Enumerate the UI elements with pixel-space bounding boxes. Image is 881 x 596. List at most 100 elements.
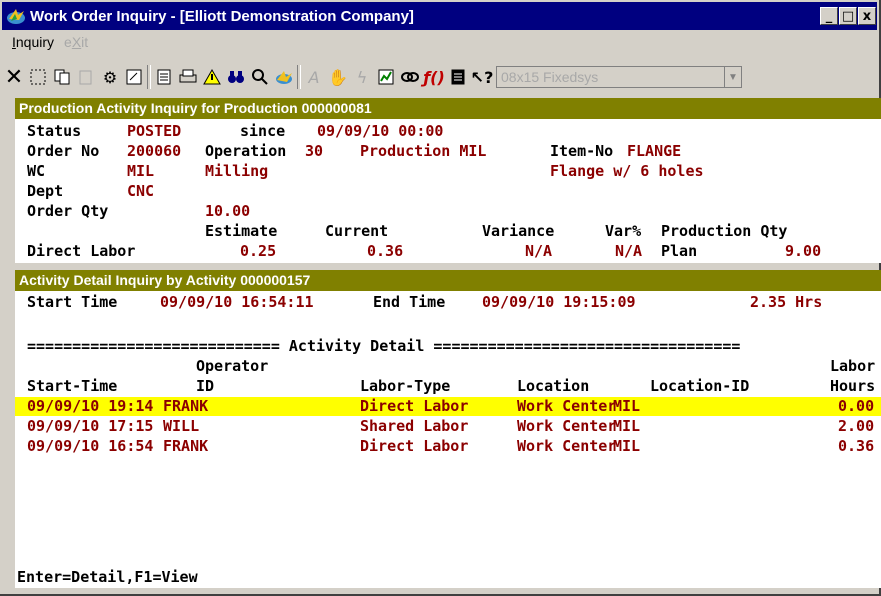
row-operator-id: FRANK — [163, 437, 209, 455]
since-value: 09/09/10 00:00 — [317, 122, 444, 140]
row-labor-type: Shared Labor — [360, 417, 469, 435]
properties-icon[interactable] — [122, 64, 146, 90]
row-location: Work Center — [517, 417, 617, 435]
close-icon[interactable]: ✕ — [2, 64, 26, 90]
estimate-header: Estimate — [205, 222, 278, 240]
maximize-button[interactable]: □ — [839, 7, 857, 25]
varpct-header: Var% — [605, 222, 642, 240]
function-icon[interactable]: ƒ() — [422, 64, 446, 90]
font-select[interactable]: 08x15 Fixedsys ▼ — [496, 66, 742, 88]
col-labor-type: Labor-Type — [360, 377, 451, 395]
chart-icon[interactable] — [374, 64, 398, 90]
col-start-time: Start-Time — [27, 377, 118, 395]
col-location-id: Location-ID — [650, 377, 750, 395]
order-no-value: 200060 — [127, 142, 182, 160]
font-select-value: 08x15 Fixedsys — [501, 69, 599, 85]
hands-icon[interactable]: ✋ — [326, 64, 350, 90]
close-button[interactable]: x — [858, 7, 876, 25]
total-hours: 2.35 Hrs — [750, 293, 823, 311]
help-icon[interactable]: ↖? — [470, 64, 494, 90]
wc-label: WC — [27, 162, 46, 180]
wc-desc: Milling — [205, 162, 269, 180]
table-row[interactable]: 09/09/10 16:54 FRANK Direct Labor Work C… — [15, 437, 881, 456]
settings-icon[interactable]: ⚙ — [98, 64, 122, 90]
production-panel-title: Production Activity Inquiry for Producti… — [15, 98, 881, 119]
row-labor-hours: 2.00 — [838, 417, 875, 435]
title-bar[interactable]: Work Order Inquiry - [Elliott Demonstrat… — [2, 2, 877, 30]
item-desc: Flange w/ 6 holes — [550, 162, 704, 180]
plan-label: Plan — [661, 242, 698, 260]
paste-icon[interactable] — [74, 64, 98, 90]
application-window: Work Order Inquiry - [Elliott Demonstrat… — [0, 0, 881, 596]
print-icon[interactable] — [176, 64, 200, 90]
row-labor-hours: 0.00 — [838, 397, 875, 415]
current-header: Current — [325, 222, 389, 240]
order-no-label: Order No — [27, 142, 100, 160]
start-time-label: Start Time — [27, 293, 118, 311]
col-labor-hours: Hours — [830, 377, 876, 395]
order-qty-label: Order Qty — [27, 202, 109, 220]
chevron-down-icon[interactable]: ▼ — [724, 67, 741, 87]
col-operator-id: ID — [196, 377, 215, 395]
toolbar-separator — [147, 65, 151, 89]
table-row[interactable]: 09/09/10 17:15 WILL Shared Labor Work Ce… — [15, 417, 881, 436]
production-panel: Status POSTED since 09/09/10 00:00 Order… — [15, 119, 881, 263]
search-icon[interactable] — [248, 64, 272, 90]
activity-panel-title: Activity Detail Inquiry by Activity 0000… — [15, 270, 881, 291]
col-operator-top: Operator — [196, 357, 269, 375]
end-time-label: End Time — [373, 293, 446, 311]
row-operator-id: WILL — [163, 417, 200, 435]
copy-icon[interactable] — [50, 64, 74, 90]
row-location-id: MIL — [613, 417, 641, 435]
status-label: Status — [27, 122, 82, 140]
minimize-button[interactable]: _ — [820, 7, 838, 25]
row-location: Work Center — [517, 437, 617, 455]
row-operator-id: FRANK — [163, 397, 209, 415]
wc-value: MIL — [127, 162, 155, 180]
direct-labor-variance: N/A — [525, 242, 553, 260]
select-icon[interactable] — [26, 64, 50, 90]
dept-label: Dept — [27, 182, 64, 200]
menu-inquiry[interactable]: Inquiry — [12, 34, 54, 50]
row-labor-type: Direct Labor — [360, 437, 469, 455]
start-time-value: 09/09/10 16:54:11 — [160, 293, 314, 311]
operation-value: 30 — [305, 142, 324, 160]
variance-header: Variance — [482, 222, 555, 240]
row-labor-type: Direct Labor — [360, 397, 469, 415]
status-value: POSTED — [127, 122, 182, 140]
operation-desc: Production MIL — [360, 142, 487, 160]
row-start-time: 09/09/10 17:15 — [27, 417, 154, 435]
window-title: Work Order Inquiry - [Elliott Demonstrat… — [30, 7, 414, 25]
dept-value: CNC — [127, 182, 155, 200]
document-icon[interactable] — [446, 64, 470, 90]
activity-detail-heading: ============================ Activity De… — [27, 337, 741, 355]
row-start-time: 09/09/10 19:14 — [27, 397, 154, 415]
notes-icon[interactable] — [152, 64, 176, 90]
order-qty-value: 10.00 — [205, 202, 251, 220]
production-qty-header: Production Qty — [661, 222, 788, 240]
globe-icon[interactable] — [272, 64, 296, 90]
item-no-value: FLANGE — [627, 142, 682, 160]
text-icon[interactable]: A — [302, 64, 326, 90]
link-icon[interactable] — [398, 64, 422, 90]
menu-exit[interactable]: eXit — [64, 34, 88, 50]
table-row[interactable]: 09/09/10 19:14 FRANK Direct Labor Work C… — [15, 397, 881, 416]
footer-hint: Enter=Detail,F1=View — [17, 568, 198, 586]
direct-labor-label: Direct Labor — [27, 242, 136, 260]
toolbar: ✕ ⚙ A ✋ ϟ ƒ() ↖? 08x15 Fixedsys ▼ — [2, 62, 877, 92]
direct-labor-varpct: N/A — [615, 242, 643, 260]
row-location: Work Center — [517, 397, 617, 415]
plan-value: 9.00 — [785, 242, 822, 260]
end-time-value: 09/09/10 19:15:09 — [482, 293, 636, 311]
row-start-time: 09/09/10 16:54 — [27, 437, 154, 455]
direct-labor-current: 0.36 — [367, 242, 404, 260]
activity-panel: Start Time 09/09/10 16:54:11 End Time 09… — [15, 291, 881, 588]
operation-label: Operation — [205, 142, 287, 160]
binoculars-icon[interactable] — [224, 64, 248, 90]
app-logo-icon — [6, 7, 26, 25]
direct-labor-estimate: 0.25 — [240, 242, 277, 260]
row-location-id: MIL — [613, 437, 641, 455]
col-location: Location — [517, 377, 590, 395]
lightning-icon[interactable]: ϟ — [350, 64, 374, 90]
alert-icon[interactable] — [200, 64, 224, 90]
